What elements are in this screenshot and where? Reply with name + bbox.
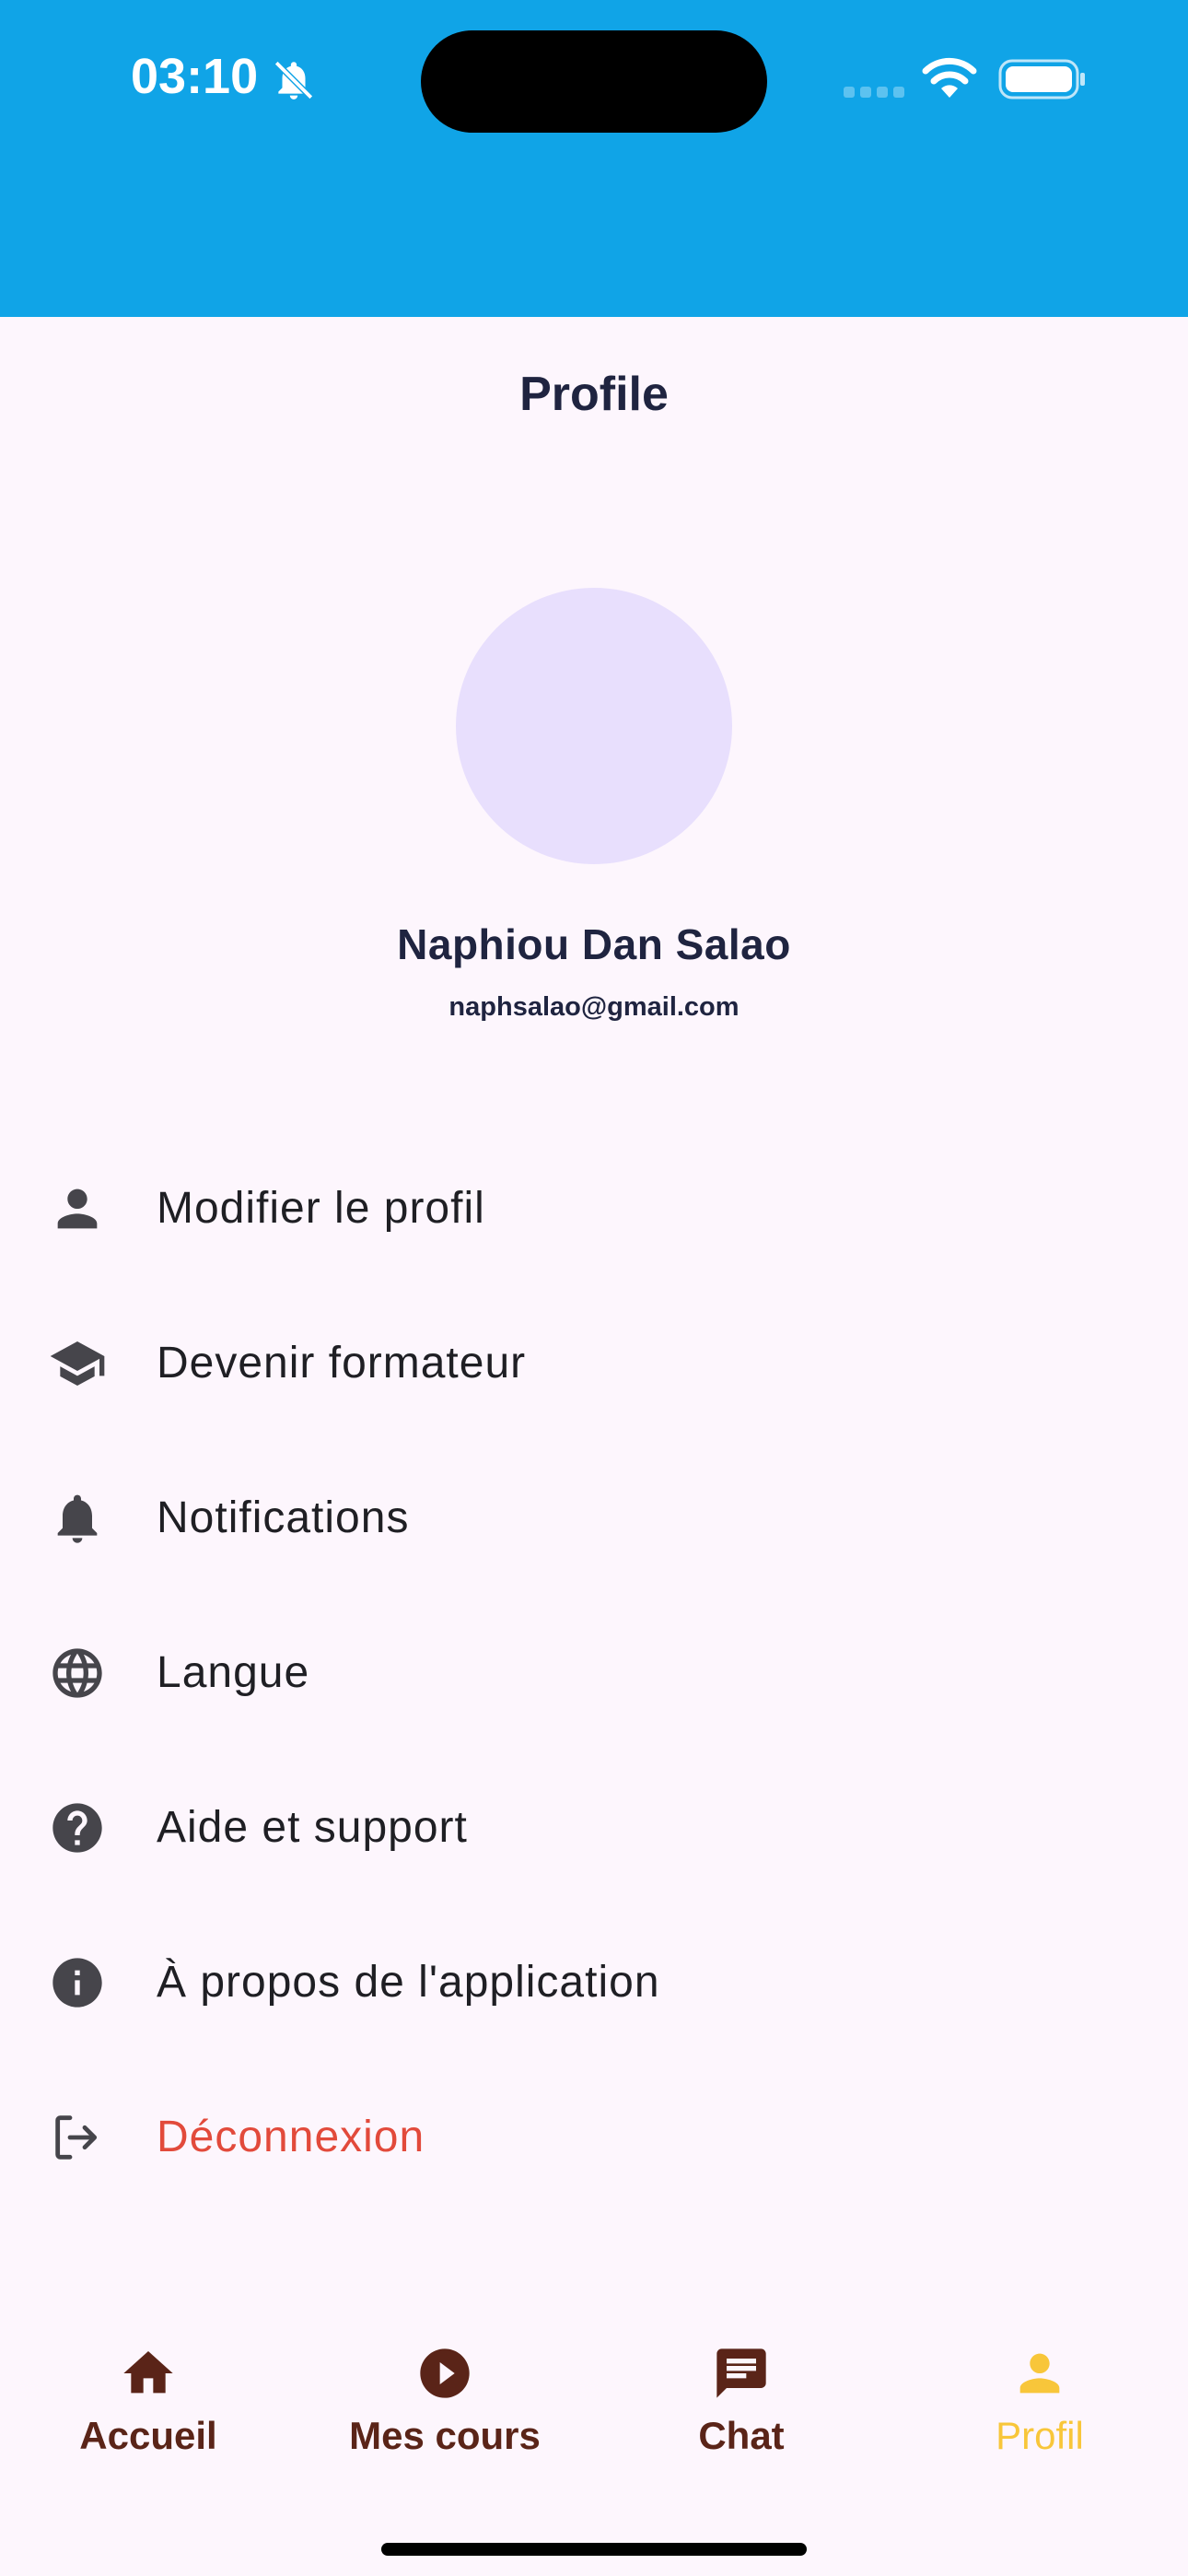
user-name: Naphiou Dan Salao [397, 920, 791, 968]
logout-icon [55, 2115, 98, 2160]
bottom-navigation: Accueil Mes cours Chat Profil [0, 2322, 1188, 2576]
bell-off-icon [274, 60, 314, 100]
menu-item-edit-profile[interactable]: Modifier le profil [0, 1131, 1188, 1286]
battery-icon [998, 59, 1085, 100]
menu-item-label: Langue [157, 1648, 310, 1697]
menu-item-language[interactable]: Langue [0, 1596, 1188, 1751]
home-icon [123, 2351, 173, 2394]
menu-item-notifications[interactable]: Notifications [0, 1441, 1188, 1596]
person-icon [57, 1188, 98, 1229]
globe-icon [52, 1648, 102, 1698]
menu-item-label: À propos de l'application [157, 1958, 660, 2007]
home-indicator[interactable] [381, 2543, 807, 2556]
menu-item-become-trainer[interactable]: Devenir formateur [0, 1286, 1188, 1441]
menu-item-help-support[interactable]: Aide et support [0, 1751, 1188, 1905]
nav-item-profile[interactable]: Profil [891, 2322, 1188, 2469]
page-title: Profile [519, 368, 669, 421]
play-circle-icon [420, 2348, 470, 2398]
nav-item-home[interactable]: Accueil [0, 2322, 297, 2469]
menu-item-label: Modifier le profil [157, 1184, 485, 1233]
menu-item-label: Notifications [157, 1493, 410, 1542]
user-email: naphsalao@gmail.com [448, 992, 740, 1022]
menu-item-label: Déconnexion [157, 2113, 425, 2161]
bell-icon [57, 1494, 98, 1543]
nav-label: Chat [698, 2414, 785, 2457]
person-icon [1019, 2353, 1060, 2394]
status-time: 03:10 [131, 49, 259, 104]
menu-item-about[interactable]: À propos de l'application [0, 1905, 1188, 2060]
graduation-cap-icon [50, 1341, 105, 1386]
wifi-icon [922, 57, 977, 98]
nav-label: Mes cours [349, 2414, 541, 2457]
avatar[interactable] [456, 588, 732, 864]
dynamic-island [421, 30, 767, 133]
nav-item-chat[interactable]: Chat [593, 2322, 890, 2469]
profile-menu: Modifier le profil Devenir formateur Not… [0, 1131, 1188, 2215]
nav-label: Profil [996, 2414, 1084, 2457]
nav-item-my-courses[interactable]: Mes cours [297, 2322, 593, 2469]
menu-item-label: Aide et support [157, 1803, 468, 1852]
help-icon [52, 1803, 102, 1853]
status-bar: 03:10 [0, 0, 1188, 317]
cellular-signal-icon [844, 87, 904, 98]
profile-screen: 03:10 Profile Naphiou Dan Salao naphsala… [0, 0, 1188, 2576]
info-icon [52, 1958, 102, 2008]
menu-item-label: Devenir formateur [157, 1339, 527, 1388]
chat-icon [716, 2348, 766, 2398]
menu-item-logout[interactable]: Déconnexion [0, 2060, 1188, 2215]
nav-label: Accueil [79, 2414, 217, 2457]
